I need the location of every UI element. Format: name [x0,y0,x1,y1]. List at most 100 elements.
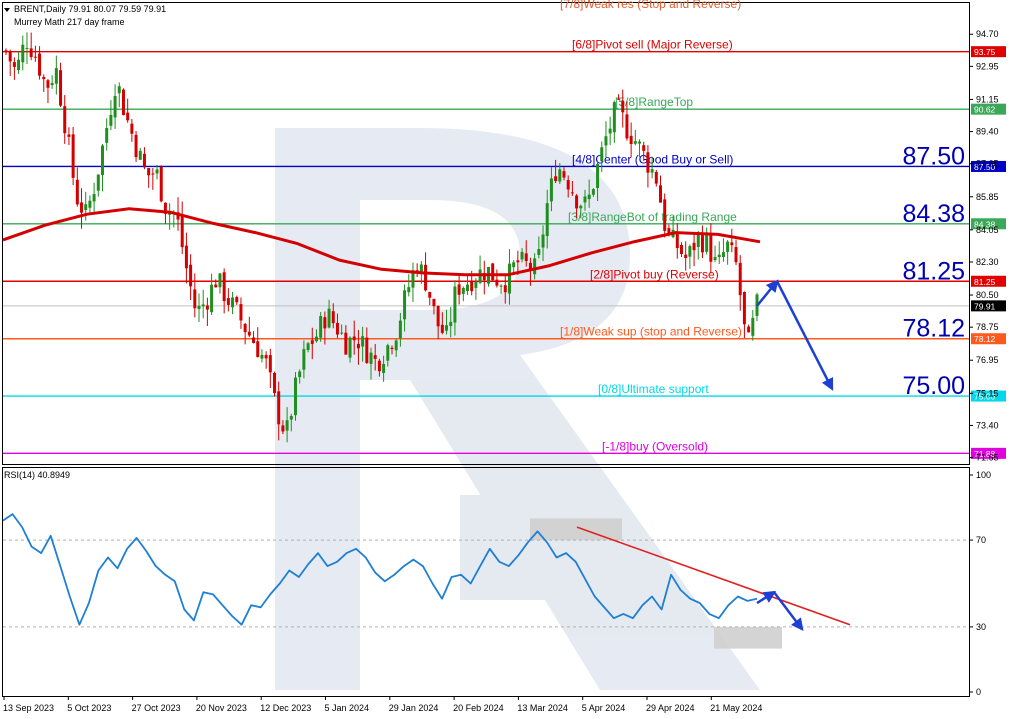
candle [54,55,58,95]
candle [46,78,50,104]
svg-text:20 Nov 2023: 20 Nov 2023 [196,703,247,713]
date-axis-tick: 20 Nov 2023 [196,696,247,713]
svg-text:100: 100 [976,470,991,480]
candle [461,286,465,302]
candle [59,62,63,108]
date-axis-tick: 29 Jan 2024 [389,696,439,713]
price-axis-tick: 94.70 [969,29,999,39]
candle [75,167,79,207]
candle [243,322,247,345]
price-axis-tick: 73.40 [969,420,999,430]
candle [33,45,37,62]
candle [293,372,297,421]
candle [751,310,755,341]
symbol-dropdown-icon[interactable] [4,8,10,12]
candlesticks [4,32,759,443]
svg-text:80.50: 80.50 [976,290,999,300]
candle [226,288,230,312]
candle [688,244,692,269]
candle [264,351,268,369]
candle [260,349,264,363]
svg-text:81.25: 81.25 [974,277,996,287]
price-forecast-arrows [756,279,834,391]
candle [231,291,235,315]
svg-text:87.65: 87.65 [976,159,999,169]
svg-text:70: 70 [976,535,986,545]
svg-text:5 Jan 2024: 5 Jan 2024 [325,703,370,713]
candle [633,129,637,146]
candle [109,100,113,131]
candle [692,232,696,267]
candle [105,118,109,151]
price-axis-tick: 82.30 [969,257,999,267]
candle [663,193,667,238]
rsi-forecast-arrow [773,591,804,632]
candle [180,201,184,254]
candle [184,232,188,284]
candle [495,269,499,288]
candle [168,203,172,230]
price-axis-tick: 78.75 [969,322,999,332]
price-axis-tick: 91.15 [969,94,999,104]
candle [121,88,125,116]
candle [482,260,486,295]
big-level-label: 78.12 [902,315,965,343]
price-axis-tick: 92.95 [969,61,999,71]
candle [189,254,193,301]
candle [205,297,209,326]
candle [88,195,92,214]
candle [138,148,142,160]
candle [134,131,138,163]
candle [612,100,616,143]
price-forecast-arrow [775,280,834,391]
candle [738,255,742,311]
candle [50,75,54,89]
candle [747,324,751,333]
candle [142,147,146,170]
candle [21,35,25,71]
candle [608,116,612,146]
big-level-label: 87.50 [902,142,965,170]
candle [600,141,604,173]
rsi-zone [530,518,622,541]
candle [755,292,759,322]
svg-text:79.91: 79.91 [974,301,996,311]
candle [252,331,256,344]
price-axis-level-tag: 93.75 [971,46,1006,58]
candle [222,268,226,314]
candle [197,293,201,322]
date-axis-tick: 20 Feb 2024 [453,696,504,713]
date-axis-tick: 21 May 2024 [710,696,762,713]
svg-text:82.30: 82.30 [976,257,999,267]
rsi-axis-tick: 0 [969,687,981,697]
price-axis-tick: 76.95 [969,355,999,365]
candle [159,165,163,203]
svg-text:12 Dec 2023: 12 Dec 2023 [260,703,311,713]
date-axis-tick: 13 Mar 2024 [517,696,568,713]
svg-text:21 May 2024: 21 May 2024 [710,703,762,713]
svg-text:75.15: 75.15 [976,388,999,398]
candle [268,348,272,388]
murrey-level-label: [-1/8]buy (Oversold) [602,439,708,453]
svg-text:13 Sep 2023: 13 Sep 2023 [3,703,54,713]
candle [151,167,155,190]
svg-text:29 Jan 2024: 29 Jan 2024 [389,703,439,713]
candle [67,127,71,146]
candle [466,276,470,295]
candle [96,174,100,197]
candle [742,291,746,339]
svg-text:29 Apr 2024: 29 Apr 2024 [646,703,695,713]
date-axis-tick: 29 Apr 2024 [646,696,695,713]
candle [256,327,260,358]
rsi-header: RSI(14) 40.8949 [4,470,71,480]
price-axis-level-tag: 78.12 [971,333,1006,345]
date-axis-tick: 5 Jan 2024 [325,696,370,713]
price-axis-level-tag: 90.62 [971,103,1006,115]
candle [113,84,117,130]
candle [486,266,490,287]
candle [705,227,709,255]
date-axis-tick: 5 Apr 2024 [582,696,625,713]
chart-window: [7/8]Weak res (Stop and Reverse) [6/8]Piv… [0,0,1011,719]
candle [100,144,104,192]
murrey-level-label: [2/8]Pivot buy (Reverse) [590,267,719,281]
